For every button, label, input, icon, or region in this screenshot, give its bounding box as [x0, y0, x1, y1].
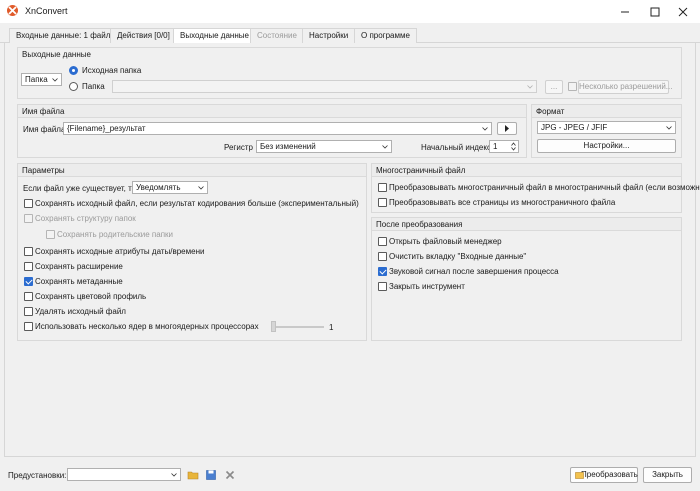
chevron-down-icon: [527, 85, 533, 89]
convert-all-pages-checkbox[interactable]: [378, 198, 387, 207]
close-window-button[interactable]: [666, 0, 700, 23]
filename-group-header: [18, 105, 526, 118]
chevron-down-icon: [198, 186, 204, 190]
multi-res-button[interactable]: Несколько разрешений...: [578, 80, 672, 94]
sound-signal-label: Звуковой сигнал после завершения процесс…: [389, 267, 559, 276]
tab-actions[interactable]: Действия [0/0]: [110, 28, 177, 43]
chevron-down-icon: [666, 126, 672, 130]
tab-status[interactable]: Состояние: [250, 28, 304, 43]
radio-folder-label: Папка: [82, 82, 105, 91]
keep-folder-structure-checkbox[interactable]: [24, 214, 33, 223]
params-group-title: Параметры: [22, 166, 65, 175]
keep-folder-structure-label: Сохранять структуру папок: [35, 214, 136, 223]
close-icon: [678, 7, 688, 16]
close-tool-label: Закрыть инструмент: [389, 282, 465, 291]
keep-datetime-checkbox[interactable]: [24, 247, 33, 256]
file-exists-select[interactable]: Уведомлять: [132, 181, 208, 194]
presets-label: Предустановки:: [8, 471, 67, 480]
clear-input-tab-checkbox[interactable]: [378, 252, 387, 261]
multi-core-label: Использовать несколько ядер в многоядерн…: [35, 322, 259, 331]
minimize-icon: [621, 11, 629, 12]
multi-core-checkbox[interactable]: [24, 322, 33, 331]
after-conversion-group-title: После преобразования: [376, 220, 463, 229]
output-group-title: Выходные данные: [22, 50, 91, 59]
keep-extension-checkbox[interactable]: [24, 262, 33, 271]
play-arrow-icon: [505, 125, 509, 132]
tab-about[interactable]: О программе: [354, 28, 417, 43]
filename-pattern-input[interactable]: {Filename}_результат: [63, 122, 492, 135]
spin-arrows-icon: [511, 142, 516, 151]
convert-all-pages-label: Преобразовывать все страницы из многостр…: [389, 198, 616, 207]
open-folder-icon[interactable]: [187, 469, 199, 481]
filename-menu-button[interactable]: [497, 122, 517, 135]
format-select[interactable]: JPG - JPEG / JFIF: [537, 121, 676, 134]
browse-folder-button[interactable]: ...: [545, 80, 563, 94]
format-group-title: Формат: [536, 107, 565, 116]
save-icon[interactable]: [205, 469, 217, 481]
start-index-label: Начальный индекс: [421, 143, 491, 152]
case-label: Регистр: [224, 143, 253, 152]
cores-slider-thumb[interactable]: [271, 321, 276, 332]
keep-original-checkbox[interactable]: [24, 199, 33, 208]
chevron-down-icon: [52, 78, 58, 82]
close-tool-checkbox[interactable]: [378, 282, 387, 291]
radio-source-folder[interactable]: [69, 66, 78, 75]
xnconvert-logo-icon: [7, 5, 18, 16]
convert-icon: [575, 472, 584, 479]
window-title: XnConvert: [25, 6, 68, 16]
filename-label: Имя файла: [23, 125, 66, 134]
close-button[interactable]: Закрыть: [643, 467, 692, 483]
case-select[interactable]: Без изменений: [256, 140, 392, 153]
tab-output[interactable]: Выходные данные: [173, 28, 256, 44]
output-mode-select[interactable]: Папка: [21, 73, 62, 86]
cores-slider-track: [272, 326, 324, 328]
after-conversion-group: После преобразования: [371, 217, 682, 341]
keep-datetime-label: Сохранять исходные атрибуты даты/времени: [35, 247, 205, 256]
tab-bar: Входные данные: 1 файл Действия [0/0] Вы…: [0, 28, 700, 44]
file-exists-label: Если файл уже существует, то: [23, 184, 137, 193]
filename-group-title: Имя файла: [22, 107, 65, 116]
maximize-icon: [650, 7, 660, 16]
sound-signal-checkbox[interactable]: [378, 267, 387, 276]
tab-input[interactable]: Входные данные: 1 файл: [9, 28, 118, 43]
keep-metadata-checkbox[interactable]: [24, 277, 33, 286]
radio-source-folder-label: Исходная папка: [82, 66, 142, 75]
title-bar: [0, 0, 700, 23]
keep-original-label: Сохранять исходный файл, если результат …: [35, 199, 359, 208]
tab-settings[interactable]: Настройки: [302, 28, 356, 43]
cores-value: 1: [329, 323, 334, 332]
convert-button[interactable]: Преобразовать: [570, 467, 638, 483]
params-group-header: [18, 164, 366, 177]
keep-metadata-label: Сохранять метаданные: [35, 277, 123, 286]
multipage-to-multipage-label: Преобразовывать многостраничный файл в м…: [389, 183, 700, 192]
keep-extension-label: Сохранять расширение: [35, 262, 123, 271]
presets-select[interactable]: [67, 468, 181, 481]
multipage-to-multipage-checkbox[interactable]: [378, 183, 387, 192]
keep-parent-folders-checkbox[interactable]: [46, 230, 55, 239]
radio-folder[interactable]: [69, 82, 78, 91]
format-settings-button[interactable]: Настройки...: [537, 139, 676, 153]
delete-original-label: Удалять исходный файл: [35, 307, 126, 316]
chevron-down-icon: [171, 473, 177, 477]
keep-color-profile-checkbox[interactable]: [24, 292, 33, 301]
clear-input-tab-label: Очистить вкладку "Входные данные": [389, 252, 527, 261]
start-index-spinbox[interactable]: 1: [489, 140, 519, 153]
chevron-down-icon: [482, 127, 488, 131]
chevron-down-icon: [382, 145, 388, 149]
open-file-manager-checkbox[interactable]: [378, 237, 387, 246]
delete-original-checkbox[interactable]: [24, 307, 33, 316]
multipage-group-title: Многостраничный файл: [376, 166, 466, 175]
open-file-manager-label: Открыть файловый менеджер: [389, 237, 502, 246]
multi-res-checkbox[interactable]: [568, 82, 577, 91]
folder-path-input[interactable]: [112, 80, 537, 93]
keep-parent-folders-label: Сохранять родительские папки: [57, 230, 174, 239]
keep-color-profile-label: Сохранять цветовой профиль: [35, 292, 147, 301]
delete-icon[interactable]: [224, 469, 236, 481]
